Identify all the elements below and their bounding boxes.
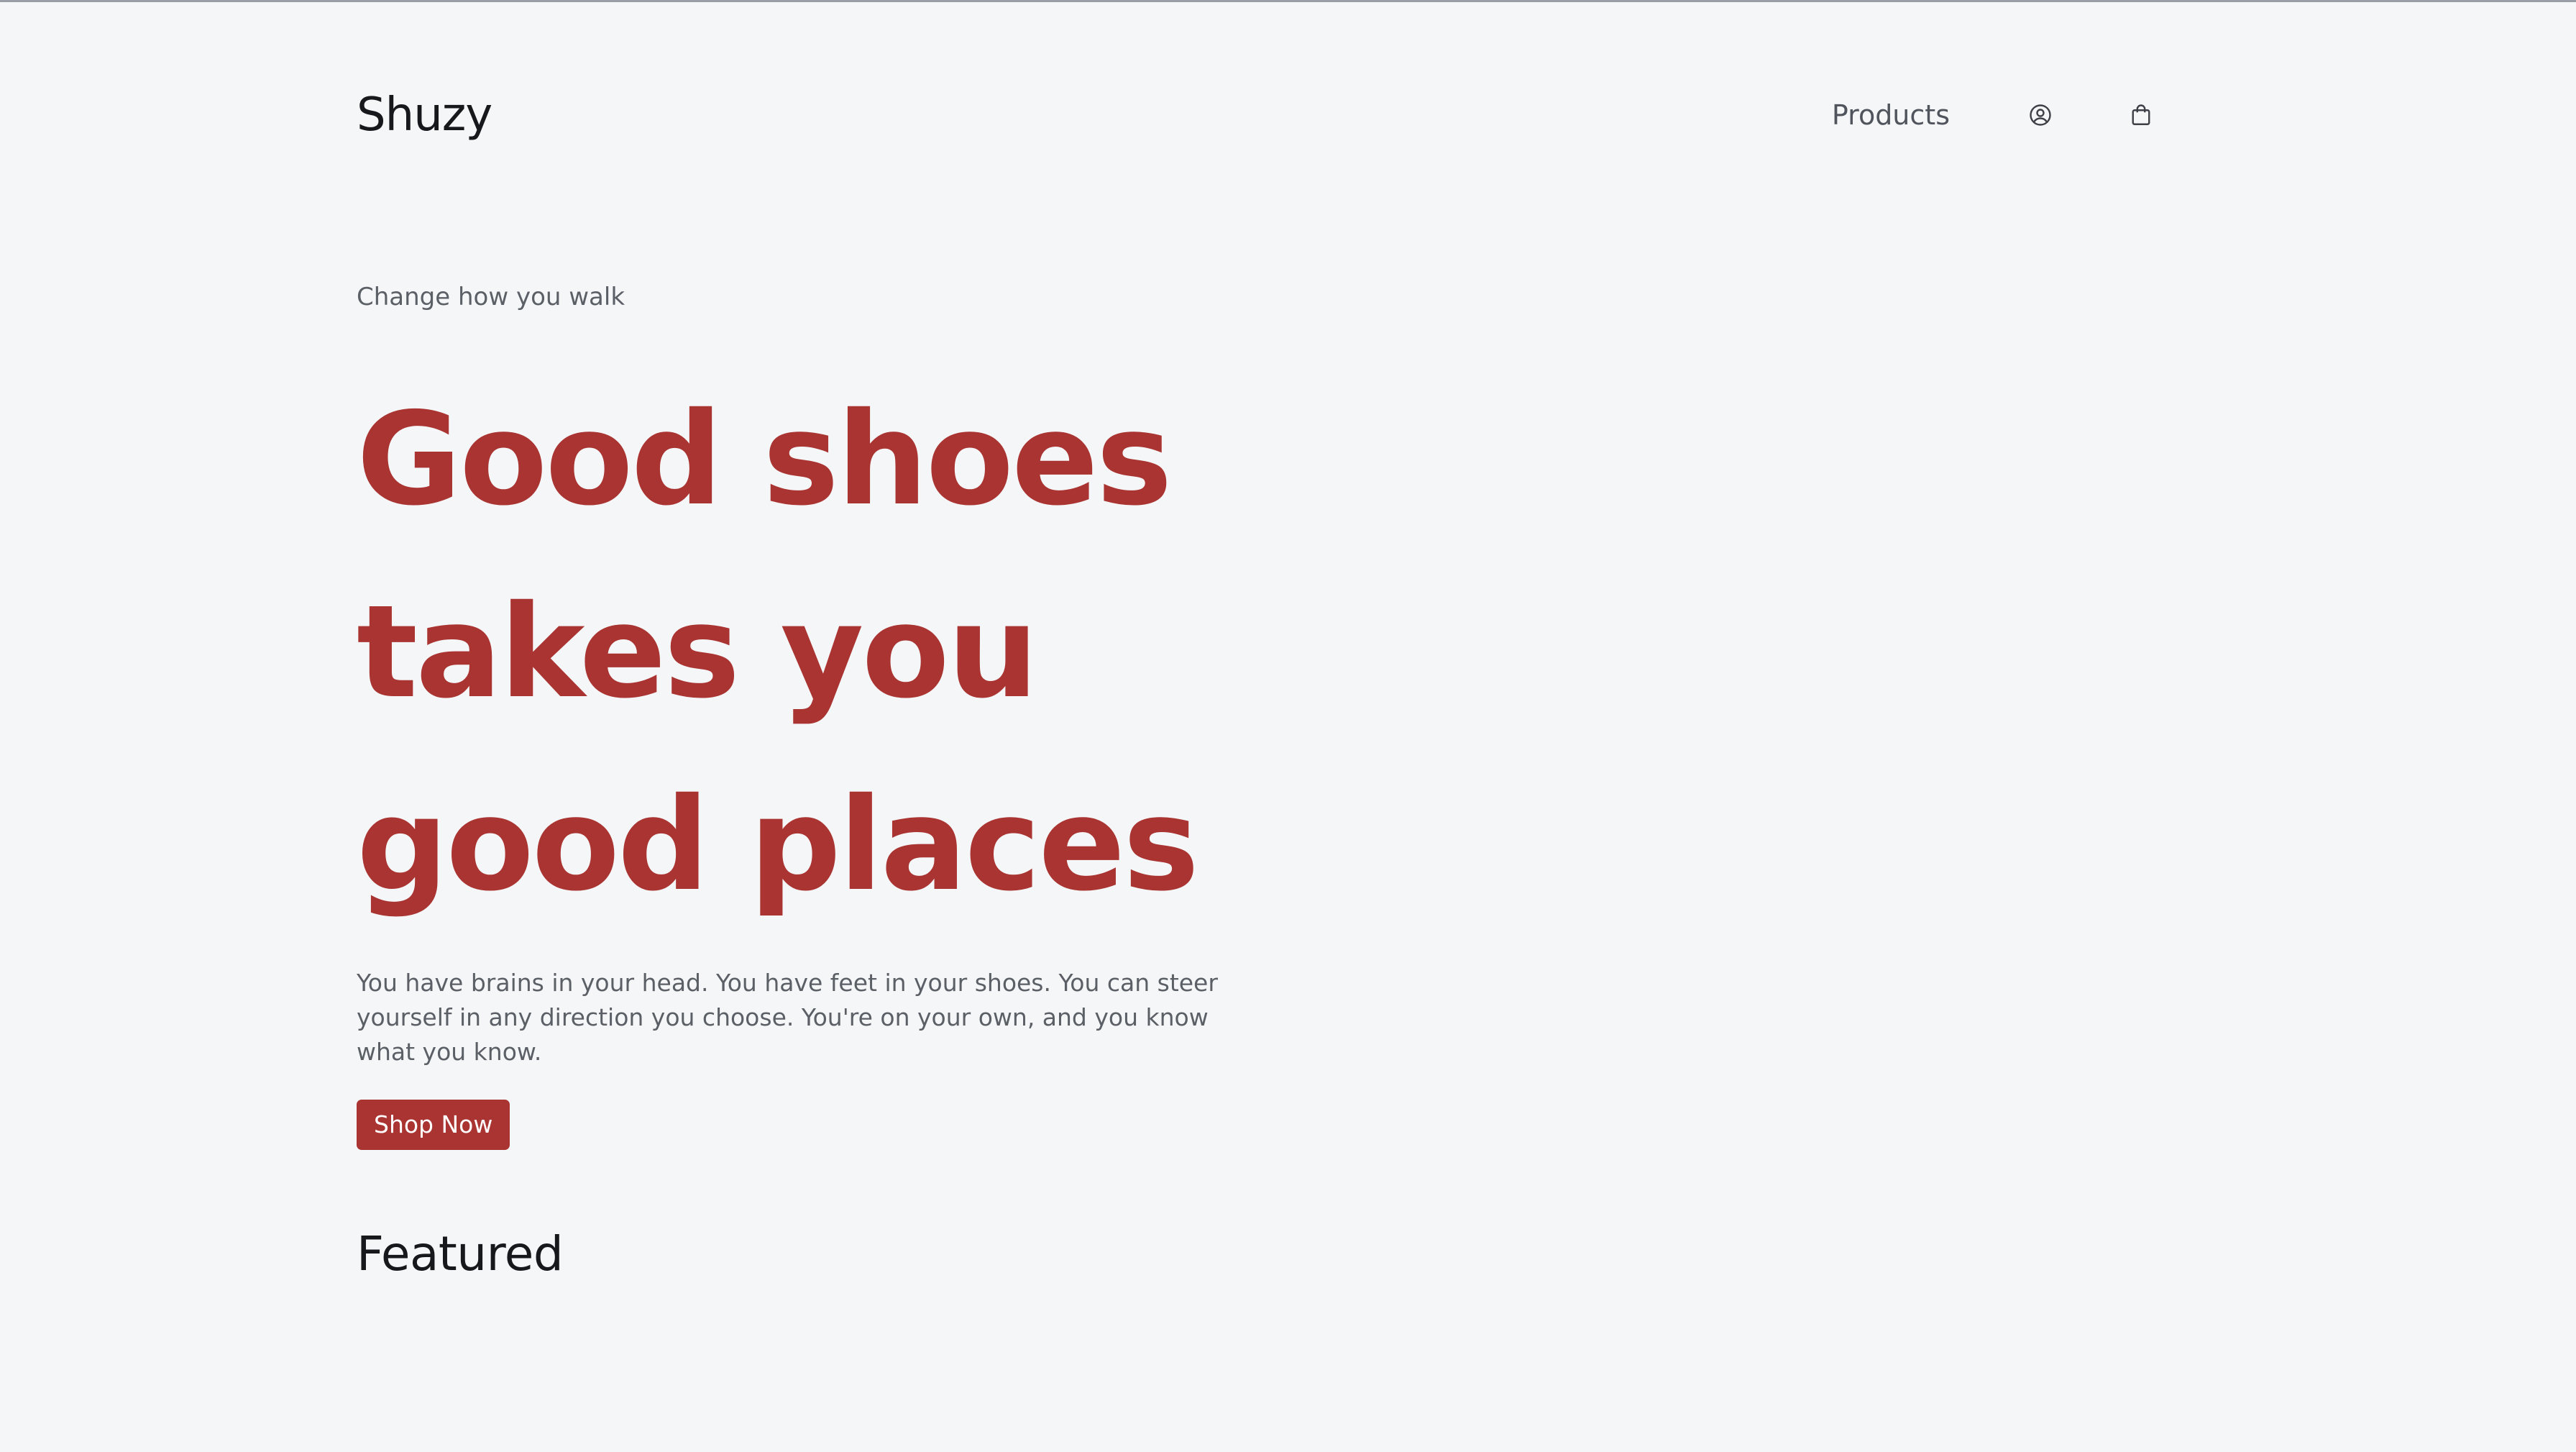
nav-products-link[interactable]: Products <box>1832 99 1950 131</box>
featured-heading: Featured <box>357 1226 564 1282</box>
shopping-bag-icon[interactable] <box>2128 102 2154 128</box>
shop-now-button[interactable]: Shop Now <box>357 1100 510 1150</box>
headline-line: good places <box>357 770 1199 919</box>
hero-headline: Good shoes takes you good places <box>357 363 1363 941</box>
site-header: Shuzy Products <box>357 83 2154 147</box>
main-nav: Products <box>1832 83 2154 147</box>
headline-line: Good shoes <box>357 385 1173 534</box>
hero-eyebrow: Change how you walk <box>357 283 625 311</box>
user-circle-icon[interactable] <box>2027 102 2053 128</box>
hero-section: Change how you walk Good shoes takes you… <box>357 275 1363 1287</box>
hero-description: You have brains in your head. You have f… <box>357 969 1218 1066</box>
headline-line: takes you <box>357 577 1038 726</box>
brand-logo[interactable]: Shuzy <box>357 83 492 147</box>
page: Shuzy Products Change how you walk Good … <box>357 2 2154 1452</box>
